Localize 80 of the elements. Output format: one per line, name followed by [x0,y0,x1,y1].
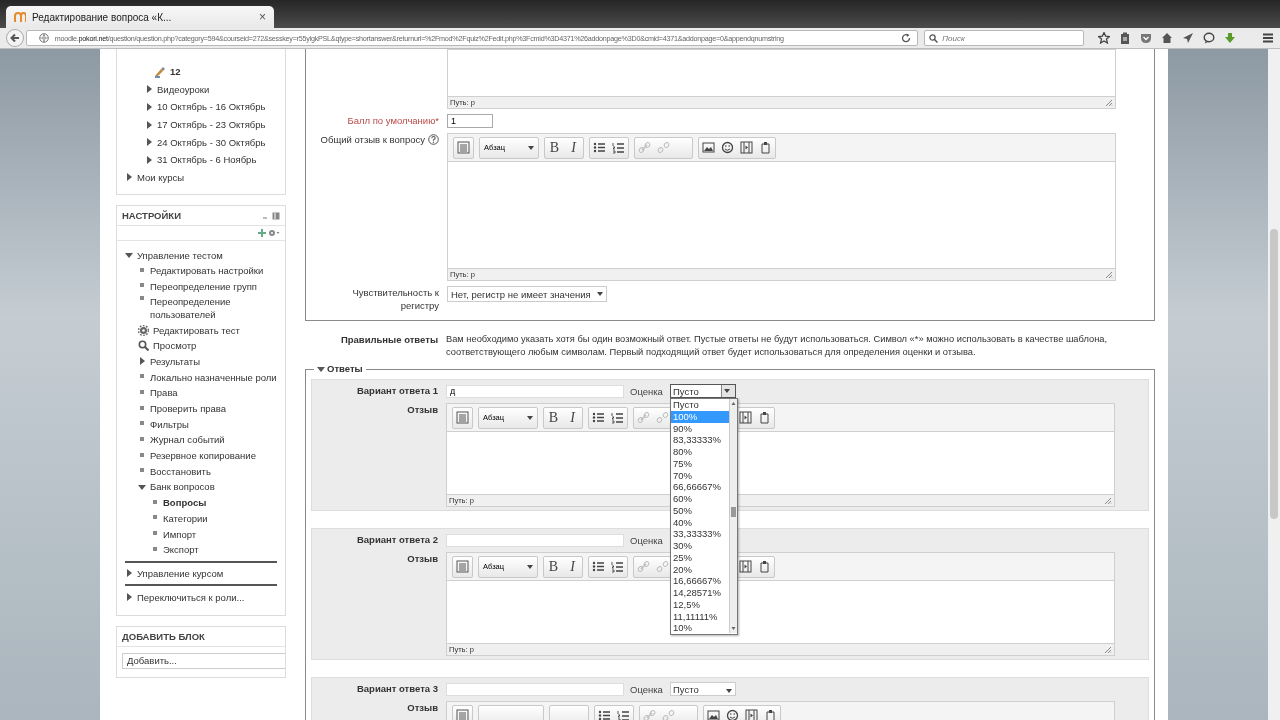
tab-close-button[interactable]: × [259,10,266,24]
tree-item[interactable]: Управление тестом [137,249,223,261]
dropdown-option[interactable]: 14,28571% [671,587,729,599]
field-label: Правильные ответы [340,333,438,347]
field-label: Вариант ответа 1 [356,384,438,397]
bold-button[interactable]: B [545,408,562,427]
tree-item[interactable]: Локально назначенные роли [150,371,277,383]
tree-item[interactable]: Переключиться к роли... [137,591,245,603]
dropdown-option[interactable]: 30% [671,540,729,552]
default-mark-input[interactable]: 1 [447,114,493,128]
grade-select[interactable]: Пусто [670,682,736,696]
field-label: Балл по умолчанию* [347,114,439,127]
tree-item[interactable]: 17 Октябрь - 23 Октябрь [157,119,266,131]
tree-item[interactable]: Резервное копирование [150,450,256,462]
dropdown-option[interactable]: 12,5% [671,598,729,611]
italic-button[interactable]: I [564,557,581,576]
tree-item[interactable]: 31 Октябрь - 6 Ноябрь [157,154,257,166]
tree-item[interactable]: Переопределение пользователей [150,295,260,322]
tree-item[interactable]: Категории [163,512,208,524]
dropdown-option[interactable]: 10% [671,622,729,634]
field-label: Вариант ответа 2 [356,533,438,546]
tree-item[interactable]: 12 [170,66,181,78]
tree-item[interactable]: Редактировать настройки [150,265,264,277]
tree-item[interactable]: Журнал событий [150,434,225,446]
dropdown-option[interactable]: 40% [671,516,729,529]
dropdown-option[interactable]: 66,66667% [671,481,729,493]
add-block-select[interactable]: Добавить... [122,652,285,669]
dropdown-option[interactable]: Пусто [671,399,729,411]
dropdown-option[interactable]: 50% [671,504,729,517]
search-input[interactable]: Поиск [942,32,1079,44]
dropdown-option[interactable]: 90% [671,422,729,435]
tree-item[interactable]: Банк вопросов [150,481,215,493]
dropdown-option[interactable]: 83,33333% [671,434,729,446]
tree-item[interactable]: Проверить права [150,403,227,414]
dropdown-option[interactable]: 70% [671,469,729,482]
field-label: Отзыв [407,552,438,565]
tree-item[interactable]: Переопределение групп [150,280,257,292]
dropdown-option[interactable]: 16,66667% [671,575,729,587]
tree-item[interactable]: Результаты [150,355,201,367]
tree-item[interactable]: Экспорт [163,544,199,556]
block-title: НАСТРОЙКИ [122,210,181,222]
dropdown-option[interactable]: 33,33333% [671,528,729,540]
dropdown-option[interactable]: 11,11111% [671,610,729,623]
case-sensitivity-select[interactable]: Нет, регистр не имеет значения [447,286,607,302]
field-label: Отзыв [407,403,438,416]
field-label: Общий отзыв к вопросу [320,133,425,146]
tree-item[interactable]: 10 Октябрь - 16 Октябрь [157,101,266,113]
tree-item[interactable]: Импорт [163,528,197,540]
field-label: Чувствительность к регистру [351,286,439,312]
field-label: Оценка [630,534,664,546]
tree-item[interactable]: Управление курсом [137,567,224,579]
bold-button[interactable]: B [545,557,562,576]
browser-tab[interactable]: Редактирование вопроса «К... × [6,6,274,28]
dropdown-option[interactable]: 20% [671,563,729,576]
dropdown-option[interactable]: 60% [671,493,729,505]
tree-item[interactable]: Мои курсы [137,171,185,183]
tree-item[interactable]: Восстановить [150,465,211,477]
tree-item[interactable]: Видеоуроки [157,83,210,95]
block-title: ДОБАВИТЬ БЛОК [122,630,205,642]
grade-select[interactable]: Пусто [670,384,736,398]
field-label: Отзыв [407,701,438,714]
tree-item[interactable]: Права [150,387,178,399]
field-label: Оценка [630,683,664,695]
dropdown-option[interactable]: 25% [671,551,729,564]
instruction-text: Вам необходимо указать хотя бы один возможный ответ. Пустые ответы не будут использоваться. Символ «*» можно использовать в качестве шаблона, соответствующего любым символам. Первый подходящий ответ будет использоваться для определения оценки и отзыва. [446,333,1109,359]
dropdown-option[interactable]: 80% [671,446,729,458]
tree-item[interactable]: Редактировать тест [153,324,240,336]
answer-input[interactable]: д [446,384,624,398]
tree-item[interactable]: 24 Октябрь - 30 Октябрь [157,136,266,148]
dropdown-option[interactable]: 75% [671,457,729,470]
tree-item[interactable]: Просмотр [153,340,197,352]
field-label: Оценка [630,385,664,397]
italic-button[interactable]: I [565,138,582,157]
tab-title: Редактирование вопроса «К... [32,11,173,23]
tree-item[interactable]: Фильтры [150,418,189,430]
tree-item[interactable]: Вопросы [163,497,207,509]
search-bar[interactable]: Поиск [924,30,1084,46]
field-label: Вариант ответа 3 [356,682,438,695]
italic-button[interactable]: I [564,408,581,427]
bold-button[interactable]: B [546,138,563,157]
